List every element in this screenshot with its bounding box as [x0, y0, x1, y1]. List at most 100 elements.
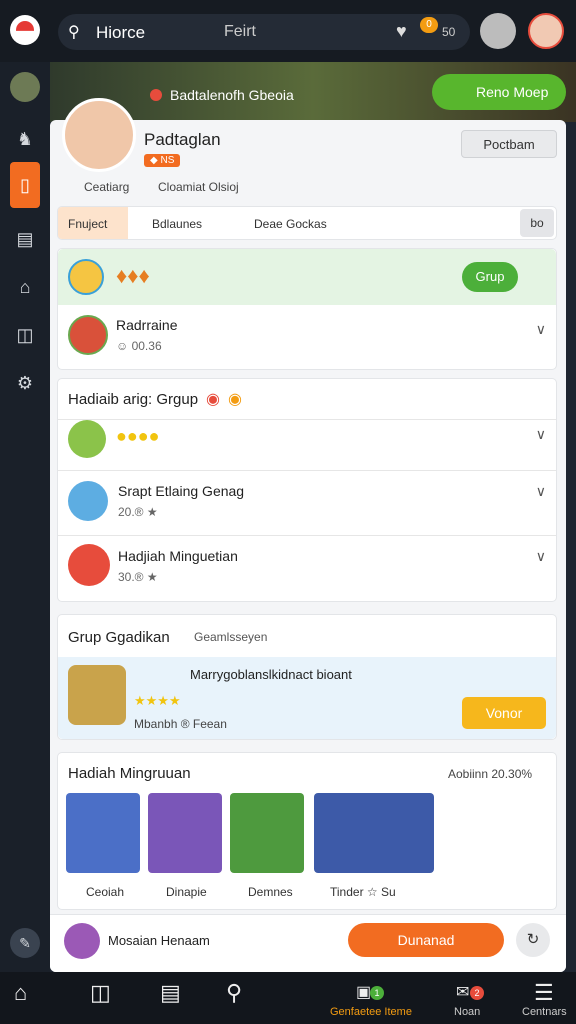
footer-avatar [64, 923, 100, 959]
section-2-title: Hadiaib arig: Grgup [68, 391, 199, 408]
promo-stars-icon: ★★★★ [134, 693, 181, 708]
profile-name: Padtaglan [144, 130, 221, 149]
section-3-subtitle: Geamlsseyen [194, 630, 268, 644]
profile-button-label: Poctbam [483, 137, 535, 152]
profile-stat-2: Cloamiat Olsioj [158, 180, 239, 194]
group-card: ♦♦♦ Grup Radrraine ☺ 00.36 ∨ [57, 248, 557, 370]
section-4-tab-3[interactable]: Demnes [248, 885, 293, 899]
tab-label-1[interactable]: Fnuject [68, 217, 107, 231]
tab-more-button[interactable]: bo [520, 209, 554, 237]
profile-stat-1: Ceatiarg [84, 180, 130, 194]
tab-bar: Fnuject Bdlaunes Deae Gockas bo [57, 206, 557, 240]
search-scope-label: Hiorce [96, 23, 146, 42]
section-2-badge-icon-2: ◉ [228, 391, 242, 408]
section-3-title: Grup Ggadikan [68, 629, 170, 646]
chevron-down-icon[interactable]: ∨ [536, 548, 546, 565]
refresh-icon[interactable]: ↻ [516, 923, 550, 957]
list-item[interactable]: ●●●● ∨ [58, 420, 556, 470]
columns-icon[interactable]: ◫ [10, 320, 40, 350]
promo-title: Marrygoblanslkidnact bioant [190, 667, 352, 682]
game-tile-2[interactable] [148, 793, 222, 873]
row-2-avatar [68, 481, 108, 521]
nav-badge-1: 1 [370, 986, 384, 1000]
chess-icon[interactable]: ♞ [10, 124, 40, 154]
heart-icon[interactable]: ♥ [396, 21, 407, 42]
chat-icon[interactable]: ▯ [10, 162, 40, 208]
search-icon[interactable]: ⚲ [226, 980, 242, 1006]
shop-icon[interactable]: ◫ [90, 980, 111, 1006]
game-tile-1[interactable] [66, 793, 140, 873]
group-avatar [68, 259, 104, 295]
friend-avatar[interactable] [480, 13, 516, 49]
app-logo[interactable] [10, 15, 40, 45]
promo-button-label: Vonor [485, 705, 523, 721]
section-2-card: Hadiaib arig: Grgup ◉ ◉ ●●●● ∨ Srapt Etl… [57, 378, 557, 602]
chevron-down-icon[interactable]: ∨ [536, 321, 546, 338]
home-icon[interactable]: ⌂ [10, 272, 40, 302]
user-1-name: Radrraine [116, 317, 178, 333]
row-3-avatar [68, 544, 110, 586]
tab-label-2[interactable]: Bdlaunes [152, 217, 202, 231]
row-2-meta: 20.® ★ [118, 505, 158, 519]
chevron-down-icon[interactable]: ∨ [536, 426, 546, 443]
group-button-label: Grup [475, 269, 505, 284]
row-2-name: Srapt Etlaing Genag [118, 483, 245, 499]
lobby-button[interactable]: Reno Moep [432, 74, 566, 110]
profile-avatar-icon[interactable] [10, 72, 40, 102]
bottom-nav: ⌂ ◫ ▤ ⚲ ▣ 1 Genfaetee Iteme ✉ 2 Noan ☰ C… [0, 972, 576, 1024]
coins-icon: ♦♦♦ [116, 263, 150, 288]
footer-action-button-label: Dunanad [397, 932, 455, 948]
section-4-title: Hadiah Mingruuan [68, 765, 191, 782]
menu-icon[interactable]: ☰ [534, 980, 554, 1006]
profile-photo[interactable] [62, 98, 136, 172]
help-icon[interactable]: ✎ [10, 928, 40, 958]
list-item[interactable]: Srapt Etlaing Genag 20.® ★ ∨ [58, 471, 556, 535]
group-button[interactable]: Grup [462, 262, 518, 292]
home-icon[interactable]: ⌂ [14, 980, 27, 1006]
user-1-meta: ☺ 00.36 [116, 339, 162, 353]
lobby-button-label: Reno Moep [476, 84, 549, 100]
search-input[interactable]: Feirt [224, 23, 256, 41]
game-tile-4[interactable] [314, 793, 434, 873]
section-2-badge-icon: ◉ [206, 391, 220, 408]
search-bar[interactable]: ⚲ Hiorce Feirt ♥ 0 50 [58, 14, 470, 50]
promo-button[interactable]: Vonor [462, 697, 546, 729]
section-4-right-label: Aobiinn 20.30% [448, 767, 533, 781]
nav-label-events[interactable]: Genfaetee Iteme [330, 1006, 412, 1018]
profile-button[interactable]: Poctbam [461, 130, 557, 158]
section-4-tab-1[interactable]: Ceoiah [86, 885, 124, 899]
user-avatar[interactable] [528, 13, 564, 49]
notification-count: 50 [442, 25, 456, 39]
footer-name: Mosaian Henaam [108, 933, 210, 948]
promo-sub: Mbanbh ® Feean [134, 717, 227, 731]
settings-icon[interactable]: ⚙ [10, 368, 40, 398]
tab-more-label: bo [530, 216, 544, 230]
profile-tag: ◆ NS [144, 154, 181, 167]
trophy-icon [68, 665, 126, 725]
top-bar: ⚲ Hiorce Feirt ♥ 0 50 [0, 0, 576, 62]
left-sidebar: ♞ ▯ ▤ ⌂ ◫ ⚙ ✎ [0, 62, 50, 972]
section-3-card: Grup Ggadikan Geamlsseyen Marrygoblanslk… [57, 614, 557, 740]
row-1-rewards-icon: ●●●● [116, 426, 160, 446]
nav-label-news[interactable]: Noan [454, 1006, 480, 1018]
row-1-avatar [68, 420, 106, 458]
chart-icon[interactable]: ▤ [10, 224, 40, 254]
notice-icon [150, 89, 162, 101]
list-item[interactable]: Hadjiah Minguetian 30.® ★ ∨ [58, 536, 556, 600]
section-4-tab-4[interactable]: Tinder ☆ Su [330, 885, 396, 899]
user-1-avatar[interactable] [68, 315, 108, 355]
row-3-name: Hadjiah Minguetian [118, 548, 238, 564]
row-3-meta: 30.® ★ [118, 570, 158, 584]
section-4-tab-2[interactable]: Dinapie [166, 885, 207, 899]
main-panel: Padtaglan ◆ NS Ceatiarg Cloamiat Olsioj … [50, 98, 566, 972]
tab-label-3[interactable]: Deae Gockas [254, 217, 327, 231]
chevron-down-icon[interactable]: ∨ [536, 483, 546, 500]
banner-notice: Badtalenofh Gbeoia [170, 87, 294, 103]
notification-badge: 0 [420, 17, 438, 33]
book-icon[interactable]: ▤ [160, 980, 181, 1006]
footer-action-button[interactable]: Dunanad [348, 923, 504, 957]
game-tile-3[interactable] [230, 793, 304, 873]
nav-label-more[interactable]: Centnars [522, 1006, 567, 1018]
chat-icon[interactable]: ✉ [456, 982, 469, 1002]
gift-icon[interactable]: ▣ [356, 982, 371, 1002]
